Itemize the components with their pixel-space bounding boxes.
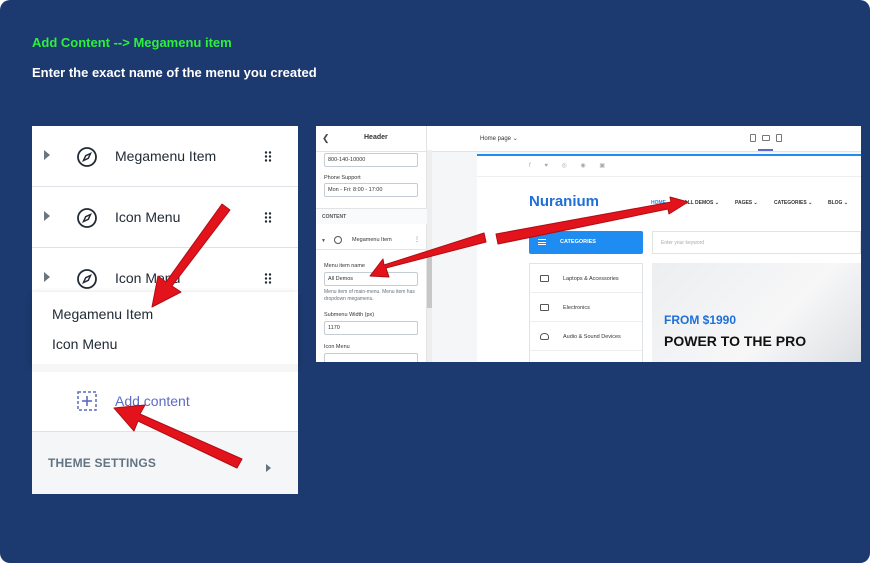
category-label: Laptops & Accessories (563, 276, 619, 282)
block-label: Icon Menu (115, 209, 181, 225)
site-logo[interactable]: Nuranium (529, 193, 599, 210)
hero-banner[interactable]: FROM $1990 POWER TO THE PRO (652, 263, 861, 362)
laptop-icon (540, 275, 549, 282)
sidebar-block-megamenu-item[interactable]: ▼ Megamenu Item ⋮ (316, 230, 427, 250)
menu-item-name-label: Menu item name (324, 263, 365, 269)
dropdown-option-icon-menu[interactable]: Icon Menu (52, 336, 117, 352)
search-input[interactable]: Enter your keyword (652, 231, 861, 254)
nav-blog-label: BLOG (828, 200, 843, 206)
add-block-icon (77, 391, 97, 411)
categories-button[interactable]: CATEGORIES (529, 231, 643, 254)
category-item[interactable]: Audio & Sound Devices (530, 322, 642, 351)
expand-caret-icon[interactable] (44, 211, 50, 221)
fullscreen-view-icon[interactable] (776, 134, 782, 142)
category-item[interactable]: Electronics (530, 293, 642, 322)
icon-menu-input[interactable] (324, 353, 418, 362)
expand-caret-icon[interactable] (44, 150, 50, 160)
dropdown-option-megamenu-item[interactable]: Megamenu Item (52, 306, 153, 322)
banner-title: POWER TO THE PRO (664, 333, 807, 349)
chevron-right-icon (266, 464, 271, 472)
divider (477, 176, 861, 177)
hamburger-icon (538, 239, 546, 245)
customizer-screenshot: ❮ Header 800-140-10000 Phone Support Mon… (316, 126, 861, 362)
compass-icon (334, 236, 342, 244)
block-label: Icon Menu (115, 270, 181, 286)
sidebar-block-label: Megamenu Item (352, 237, 392, 243)
nav-all-demos-label: ALL DEMOS (684, 200, 714, 206)
submenu-width-input[interactable]: 1170 (324, 321, 418, 335)
theme-settings-label: THEME SETTINGS (48, 456, 157, 470)
category-label: Electronics (563, 305, 590, 311)
sidebar-title: Header (364, 134, 388, 141)
nav-pages[interactable]: PAGES ⌄ (735, 200, 758, 206)
instruction-heading: Add Content --> Megamenu item (32, 35, 232, 50)
menu-item-help-text: Menu item of main-menu. Menu item has dr… (324, 289, 415, 302)
category-list: Laptops & Accessories Electronics Audio … (529, 263, 643, 362)
add-content-button[interactable]: Add content (32, 372, 298, 432)
nav-home[interactable]: HOME (651, 200, 666, 206)
banner-price: FROM $1990 (664, 313, 737, 327)
nav-categories-label: CATEGORIES (774, 200, 807, 206)
hours-field[interactable]: Mon - Fri: 8:00 - 17:00 (324, 183, 418, 197)
theme-editor-panel: Megamenu Item Icon Menu Icon Menu Megame… (32, 126, 298, 494)
icon-menu-label: Icon Menu (324, 344, 350, 350)
nav-pages-label: PAGES (735, 200, 753, 206)
categories-button-label: CATEGORIES (560, 239, 596, 245)
compass-icon (77, 147, 97, 167)
storefront-preview: f ♥ ◎ ◉ ▣ Nuranium HOME ALL DEMOS ⌄ PAGE… (477, 154, 861, 362)
page-select-label: Home page (480, 136, 512, 142)
mobile-view-icon[interactable] (750, 134, 756, 142)
category-item[interactable]: Laptops & Accessories (530, 264, 642, 293)
nav-blog[interactable]: BLOG ⌄ (828, 200, 848, 206)
expand-caret-icon[interactable] (44, 272, 50, 282)
search-placeholder: Enter your keyword (661, 240, 705, 246)
active-view-indicator (758, 149, 773, 151)
menu-item-name-input[interactable]: All Demos (324, 272, 418, 286)
desktop-view-icon[interactable] (762, 135, 770, 141)
drag-handle-icon[interactable] (264, 273, 272, 284)
social-icons: f ♥ ◎ ◉ ▣ (529, 163, 612, 169)
tutorial-frame: Add Content --> Megamenu item Enter the … (0, 0, 870, 563)
category-label: Audio & Sound Devices (563, 334, 621, 340)
sidebar-header: ❮ Header (316, 126, 427, 152)
compass-icon (77, 269, 97, 289)
headphones-icon (540, 333, 549, 340)
content-section-label: CONTENT (322, 214, 347, 220)
add-content-label: Add content (115, 393, 190, 409)
compass-icon (77, 208, 97, 228)
drag-handle-icon[interactable] (264, 151, 272, 162)
divider (32, 364, 298, 372)
theme-settings-button[interactable]: THEME SETTINGS (32, 432, 298, 494)
block-label: Megamenu Item (115, 148, 217, 164)
customizer-sidebar: ❮ Header 800-140-10000 Phone Support Mon… (316, 126, 427, 362)
nav-categories[interactable]: CATEGORIES ⌄ (774, 200, 812, 206)
drag-handle-icon[interactable] (264, 212, 272, 223)
block-row-megamenu-item[interactable]: Megamenu Item (32, 126, 298, 187)
content-section: CONTENT (316, 208, 427, 224)
collapse-caret-icon[interactable]: ▼ (321, 238, 326, 244)
instruction-subheading: Enter the exact name of the menu you cre… (32, 65, 317, 80)
nav-all-demos[interactable]: ALL DEMOS ⌄ (684, 200, 719, 206)
customizer-topbar: Home page ⌄ (432, 126, 861, 152)
page-select[interactable]: Home page ⌄ (480, 135, 518, 142)
submenu-width-label: Submenu Width (px) (324, 312, 375, 318)
block-row-icon-menu[interactable]: Icon Menu (32, 187, 298, 248)
phone-support-label: Phone Support (324, 175, 361, 181)
phone-field[interactable]: 800-140-10000 (324, 153, 418, 167)
drag-handle-icon[interactable]: ⋮ (414, 236, 420, 243)
back-arrow-icon[interactable]: ❮ (322, 133, 330, 144)
speaker-icon (540, 304, 549, 311)
add-block-dropdown: Megamenu Item Icon Menu (32, 292, 298, 364)
